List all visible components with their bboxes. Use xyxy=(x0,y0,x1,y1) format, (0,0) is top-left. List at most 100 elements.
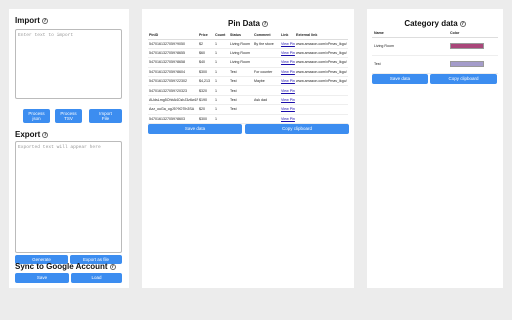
help-icon[interactable]: ? xyxy=(42,131,49,138)
external-link-cell[interactable]: www.amazon.com/xPmav_lkgo/ xyxy=(295,57,348,68)
save-data-button[interactable]: Save data xyxy=(148,124,242,134)
view-pin-link[interactable]: View Pin xyxy=(280,67,295,78)
pin-data-title: Pin Data xyxy=(227,19,260,28)
category-data-heading: Category data? xyxy=(367,19,503,28)
import-heading: Import? xyxy=(15,16,48,25)
table-cell: Living Room xyxy=(229,39,253,49)
view-pin-link[interactable]: View Pin xyxy=(280,114,295,125)
view-pin-link[interactable]: View Pin xyxy=(280,76,295,87)
table-row: 5470161327059?8603 $300 1 View Pin xyxy=(148,114,348,125)
pin-data-heading: Pin Data? xyxy=(142,19,354,28)
external-link-cell[interactable] xyxy=(295,85,348,96)
table-cell: Test xyxy=(229,85,253,96)
table-cell: By the stove xyxy=(253,39,280,49)
table-cell: 1 xyxy=(214,95,229,106)
table-cell: 5470161327059?8604 xyxy=(148,67,198,78)
help-icon[interactable]: ? xyxy=(41,17,48,24)
color-swatch[interactable] xyxy=(450,43,484,49)
table-row: 5470161327059?8604 $300 1 Test For counter Vi… xyxy=(148,67,348,78)
category-color-cell xyxy=(448,37,498,56)
table-header-row: Name Color xyxy=(372,29,498,38)
table-cell: 1 xyxy=(214,57,229,68)
table-cell: Ask dad xyxy=(253,95,280,106)
table-cell: 5470161327059?9050 xyxy=(148,39,198,49)
view-pin-link[interactable]: View Pin xyxy=(280,57,295,68)
table-cell: 1 xyxy=(214,67,229,78)
view-pin-link[interactable]: View Pin xyxy=(280,95,295,106)
table-cell: 5470161327059?8655 xyxy=(148,48,198,59)
table-cell: 1 xyxy=(214,48,229,59)
column-header: Color xyxy=(448,29,498,38)
table-cell: $60 xyxy=(198,48,214,59)
table-cell: $190 xyxy=(198,95,214,106)
export-title: Export xyxy=(15,130,41,139)
column-header: Link xyxy=(280,31,295,40)
table-cell xyxy=(253,85,280,96)
table-cell: Maybe xyxy=(253,76,280,87)
external-link-cell[interactable]: www.amazon.com/xPmav_lkgo/ xyxy=(295,48,348,59)
table-cell: $2 xyxy=(198,39,214,49)
external-link-cell[interactable]: www.amazon.com/xPmav_lkgo/ xyxy=(295,67,348,78)
table-row: 5470161327059?20323 $320 1 Test View Pin xyxy=(148,85,348,96)
table-cell: 1 xyxy=(214,76,229,87)
table-cell: 5470161327059?20323 xyxy=(148,85,198,96)
category-data-title: Category data xyxy=(404,19,458,28)
column-header: Name xyxy=(372,29,448,38)
external-link-cell[interactable] xyxy=(295,114,348,125)
process-json-button[interactable]: Process json xyxy=(23,109,50,123)
column-header: External link xyxy=(295,31,348,40)
table-cell: $300 xyxy=(198,67,214,78)
table-cell xyxy=(229,114,253,125)
table-row: Azz_ouGa_ogJ5?9O7Ih3SA $20 1 Test View Pin xyxy=(148,104,348,115)
table-cell: AUdsLmg5OhbA4CsbJ3z6w1F xyxy=(148,95,198,106)
table-cell: Azz_ouGa_ogJ5?9O7Ih3SA xyxy=(148,104,198,115)
export-textarea[interactable]: Exported text will appear here xyxy=(15,141,122,253)
column-header: Count xyxy=(214,31,229,40)
table-cell xyxy=(253,104,280,115)
table-row: Living Room xyxy=(372,37,498,56)
view-pin-link[interactable]: View Pin xyxy=(280,104,295,115)
external-link-cell[interactable] xyxy=(295,95,348,106)
help-icon[interactable]: ? xyxy=(262,20,268,27)
help-icon[interactable]: ? xyxy=(459,20,466,27)
table-cell: 1 xyxy=(214,39,229,49)
table-row: AUdsLmg5OhbA4CsbJ3z6w1F $190 1 Test Ask dad V… xyxy=(148,95,348,106)
table-cell: Living Room xyxy=(229,57,253,68)
table-cell: $300 xyxy=(198,114,214,125)
pin-data-panel: Pin Data? PinID Price Count Status Comme… xyxy=(142,9,354,288)
external-link-cell[interactable]: www.amazon.com/xPmav_lkgo/ xyxy=(295,39,348,49)
table-cell xyxy=(253,114,280,125)
pin-data-table: PinID Price Count Status Comment Link Ex… xyxy=(148,31,348,125)
import-export-panel: Import? Enter text to import Process jso… xyxy=(9,9,129,288)
table-row: 5470161327059?22302 $4,213 1 Test Maybe View … xyxy=(148,76,348,87)
category-color-cell xyxy=(448,55,498,74)
table-row: 5470161327059?8658 $40 1 Living Room View Pi… xyxy=(148,57,348,68)
save-data-button[interactable]: Save data xyxy=(372,74,428,84)
table-row: Test xyxy=(372,55,498,74)
table-cell: $320 xyxy=(198,85,214,96)
table-cell: 5470161327059?22302 xyxy=(148,76,198,87)
help-icon[interactable]: ? xyxy=(109,263,116,270)
import-file-button[interactable]: Import File xyxy=(89,109,122,123)
load-button[interactable]: Load xyxy=(71,273,122,283)
save-button[interactable]: Save xyxy=(15,273,69,283)
table-cell: 5470161327059?8603 xyxy=(148,114,198,125)
table-cell: Test xyxy=(229,104,253,115)
table-row: 5470161327059?9050 $2 1 Living Room By the s… xyxy=(148,39,348,49)
copy-clipboard-button[interactable]: Copy clipboard xyxy=(245,124,349,134)
view-pin-link[interactable]: View Pin xyxy=(280,85,295,96)
table-cell: $20 xyxy=(198,104,214,115)
column-header: Price xyxy=(198,31,214,40)
table-cell: 1 xyxy=(214,104,229,115)
table-cell: 1 xyxy=(214,85,229,96)
process-tsv-button[interactable]: Process TSV xyxy=(55,109,82,123)
external-link-cell[interactable] xyxy=(295,104,348,115)
category-name: Living Room xyxy=(372,37,448,56)
view-pin-link[interactable]: View Pin xyxy=(280,39,295,49)
import-textarea[interactable]: Enter text to import xyxy=(15,29,122,99)
color-swatch[interactable] xyxy=(450,61,484,67)
copy-clipboard-button[interactable]: Copy clipboard xyxy=(430,74,497,84)
external-link-cell[interactable]: www.amazon.com/xPmav_lkgo/ xyxy=(295,76,348,87)
view-pin-link[interactable]: View Pin xyxy=(280,48,295,59)
table-cell: Living Room xyxy=(229,48,253,59)
